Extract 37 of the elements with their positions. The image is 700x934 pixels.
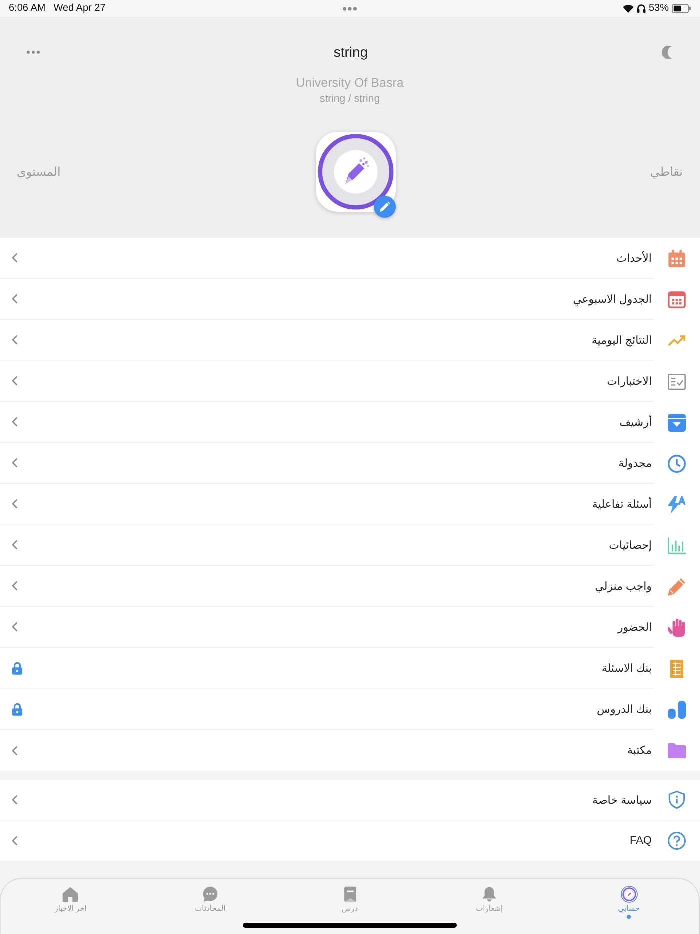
multitasking-dots-icon[interactable] [343, 6, 357, 10]
pencil-icon [380, 202, 390, 212]
active-dot-icon [627, 915, 632, 919]
headphones-icon [636, 4, 646, 13]
level-label: المستوى [17, 165, 61, 179]
page-title: string [334, 44, 368, 60]
menu-item[interactable]: الأحداث [0, 238, 700, 279]
menu-item[interactable]: أرشيف [0, 402, 700, 443]
menu-item[interactable]: الجدول الاسبوعي [0, 279, 700, 320]
menu-item[interactable]: بنك الاسئلة [0, 648, 700, 689]
battery-percent: 53% [648, 3, 669, 14]
bookmark-icon [342, 886, 359, 903]
edit-avatar-button[interactable] [374, 196, 396, 218]
bell-icon [481, 886, 498, 903]
menu-item[interactable]: الحضور [0, 607, 700, 648]
menu-item[interactable]: إحصائيات [0, 525, 700, 566]
more-icon[interactable] [27, 50, 40, 54]
battery-icon [672, 4, 691, 14]
wifi-icon [622, 4, 634, 12]
status-time: 6:06 AM [9, 3, 46, 14]
points-label: نقاطي [650, 165, 683, 179]
status-date: Wed Apr 27 [54, 3, 106, 14]
home-icon [62, 886, 80, 903]
menu-item[interactable]: أسئلة تفاعلية [0, 484, 700, 525]
university-name: University Of Basra [296, 75, 404, 92]
menu-item[interactable]: مكتبة [0, 730, 700, 771]
menu-item[interactable]: النتائج اليومية [0, 320, 700, 361]
moon-icon[interactable] [662, 46, 673, 58]
menu-item[interactable]: واجب منزلي [0, 566, 700, 607]
menu-item[interactable]: سياسة خاصة [0, 780, 700, 821]
user-subtitle: string / string [320, 92, 380, 107]
menu-item[interactable]: الاختبارات [0, 361, 700, 402]
menu-item[interactable]: مجدولة [0, 443, 700, 484]
chat-bubble-icon [202, 886, 219, 903]
avatar-icon [620, 886, 638, 903]
menu-item[interactable]: FAQ [0, 821, 700, 861]
menu-item[interactable]: بنك الدروس [0, 689, 700, 730]
